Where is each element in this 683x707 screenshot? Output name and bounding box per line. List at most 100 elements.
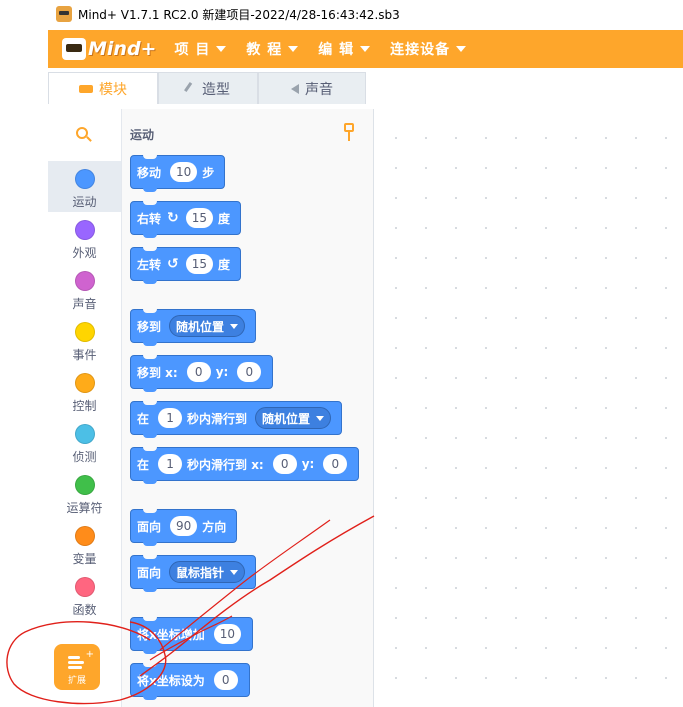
tab-label: 模块 [99, 81, 127, 98]
extension-label: 扩展 [67, 676, 86, 686]
block-text: 秒内滑行到 [187, 411, 248, 426]
dropdown-value: 鼠标指针 [176, 565, 225, 580]
block-goto[interactable]: 移到 随机位置 [130, 309, 257, 346]
x-value-input[interactable]: 0 [213, 670, 238, 690]
menu-edit[interactable]: 编 辑 [318, 39, 371, 59]
menu-tutorial[interactable]: 教 程 [246, 39, 299, 59]
category-label: 运算符 [66, 501, 103, 515]
block-text: 左转 [137, 257, 162, 272]
steps-input[interactable]: 10 [170, 162, 198, 182]
category-label: 运动 [72, 195, 97, 209]
menu-label: 项 目 [174, 42, 211, 58]
speaker-icon [291, 83, 299, 94]
category-color-dot [74, 220, 95, 240]
block-glide-to-xy[interactable]: 在 1 秒内滑行到 x: 0 y: 0 [130, 447, 360, 484]
window-title: Mind+ V1.7.1 RC2.0 新建项目-2022/4/28-16:43:… [78, 7, 400, 22]
rotate-left-icon: ↺ [167, 256, 179, 272]
tab-label: 造型 [202, 81, 230, 98]
mindplus-window: Mind+ V1.7.1 RC2.0 新建项目-2022/4/28-16:43:… [0, 0, 683, 707]
block-point-towards[interactable]: 面向 鼠标指针 [130, 555, 257, 592]
caret-down-icon [288, 46, 299, 52]
category-events[interactable]: 事件 [48, 314, 121, 365]
block-change-x[interactable]: 将x坐标增加 10 [130, 617, 254, 654]
block-text: 面向 [137, 519, 162, 534]
block-set-x[interactable]: 将x坐标设为 0 [130, 663, 250, 700]
mindplus-logo[interactable]: Mind+ [62, 38, 156, 60]
block-move-steps[interactable]: 移动 10 步 [130, 155, 226, 192]
block-goto-xy[interactable]: 移到 x: 0 y: 0 [130, 355, 274, 392]
palette-heading: 运动 [130, 128, 155, 142]
menu-label: 教 程 [246, 42, 283, 58]
category-sound[interactable]: 声音 [48, 263, 121, 314]
caret-down-icon [230, 569, 239, 575]
target-dropdown[interactable]: 随机位置 [255, 407, 332, 429]
category-functions[interactable]: 函数 [48, 569, 121, 620]
block-turn-left[interactable]: 左转 ↺ 15 度 [130, 247, 242, 284]
target-dropdown[interactable]: 随机位置 [169, 315, 246, 337]
search-icon[interactable] [76, 127, 92, 143]
caret-down-icon [216, 46, 227, 52]
block-point-direction[interactable]: 面向 90 方向 [130, 509, 238, 546]
block-glide-to[interactable]: 在 1 秒内滑行到 随机位置 [130, 401, 343, 438]
y-input[interactable]: 0 [323, 454, 348, 474]
category-label: 事件 [72, 348, 97, 362]
category-label: 变量 [72, 552, 97, 566]
seconds-input[interactable]: 1 [158, 408, 183, 428]
category-color-dot [74, 322, 95, 342]
block-text: 度 [218, 257, 231, 272]
category-control[interactable]: 控制 [48, 365, 121, 416]
tab-sounds[interactable]: 声音 [258, 72, 366, 104]
category-color-dot [74, 271, 95, 291]
block-text: 在 [137, 457, 150, 472]
x-input[interactable]: 0 [186, 362, 211, 382]
category-variables[interactable]: 变量 [48, 518, 121, 569]
block-text: 移到 [137, 319, 162, 334]
tab-costumes[interactable]: 造型 [158, 72, 258, 104]
brush-icon [184, 81, 198, 96]
block-text: 移到 x: [137, 365, 178, 380]
block-text: 度 [218, 211, 231, 226]
category-label: 声音 [72, 297, 97, 311]
block-turn-right[interactable]: 右转 ↻ 15 度 [130, 201, 242, 238]
category-motion[interactable]: 运动 [48, 161, 121, 212]
target-dropdown[interactable]: 鼠标指针 [169, 561, 246, 583]
direction-input[interactable]: 90 [170, 516, 198, 536]
caret-down-icon [230, 323, 239, 329]
category-looks[interactable]: 外观 [48, 212, 121, 263]
block-text: 秒内滑行到 x: [187, 457, 264, 472]
menu-bar: Mind+ 项 目 教 程 编 辑 连接设备 [48, 30, 683, 68]
y-input[interactable]: 0 [237, 362, 262, 382]
category-color-dot [74, 526, 95, 546]
category-color-dot [74, 475, 95, 495]
x-change-input[interactable]: 10 [213, 624, 242, 644]
block-text: 右转 [137, 211, 162, 226]
pin-icon[interactable] [342, 123, 356, 141]
seconds-input[interactable]: 1 [158, 454, 183, 474]
script-workspace[interactable] [374, 109, 683, 707]
caret-down-icon [316, 415, 325, 421]
menu-connect-device[interactable]: 连接设备 [390, 39, 467, 59]
category-label: 侦测 [72, 450, 97, 464]
extension-button[interactable]: + 扩展 [54, 644, 100, 690]
x-input[interactable]: 0 [272, 454, 297, 474]
plus-icon: + [85, 649, 94, 660]
category-label: 控制 [72, 399, 97, 413]
category-sensing[interactable]: 侦测 [48, 416, 121, 467]
extension-icon [68, 655, 86, 669]
block-text: 方向 [202, 519, 227, 534]
degrees-input[interactable]: 15 [185, 208, 214, 228]
menu-label: 连接设备 [390, 42, 451, 58]
category-operators[interactable]: 运算符 [48, 467, 121, 518]
category-color-dot [74, 373, 95, 393]
robot-logo-icon [62, 38, 86, 60]
category-label: 外观 [72, 246, 97, 260]
category-color-dot [74, 424, 95, 444]
dropdown-value: 随机位置 [176, 319, 225, 334]
tab-code[interactable]: 模块 [48, 72, 158, 104]
degrees-input[interactable]: 15 [185, 254, 214, 274]
category-color-dot [74, 577, 95, 597]
menu-project[interactable]: 项 目 [174, 39, 227, 59]
category-label: 函数 [72, 603, 97, 617]
block-text: 将x坐标增加 [137, 627, 205, 642]
block-text: 面向 [137, 565, 162, 580]
